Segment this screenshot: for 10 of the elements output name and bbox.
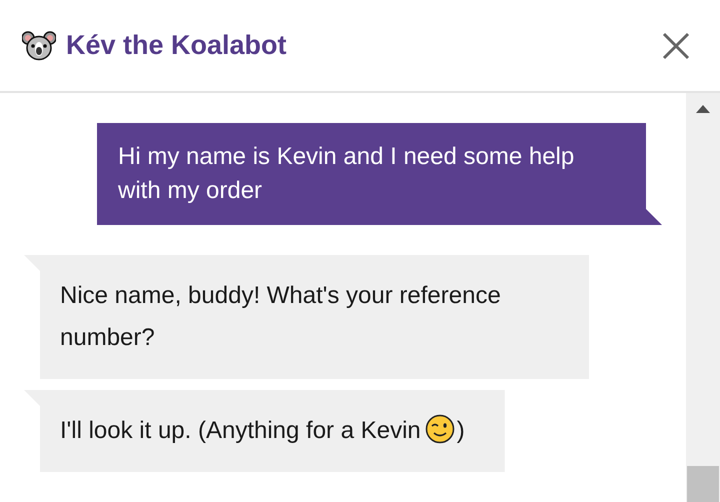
scroll-up-icon[interactable] xyxy=(696,105,710,113)
bot-message: Nice name, buddy! What's your reference number? xyxy=(24,255,589,379)
scroll-thumb[interactable] xyxy=(687,466,719,502)
bot-message: I'll look it up. (Anything for a Kevin ) xyxy=(24,390,505,472)
koala-icon xyxy=(22,30,56,60)
scrollbar[interactable] xyxy=(686,93,720,502)
winking-face-icon xyxy=(424,414,455,444)
user-message: Hi my name is Kevin and I need some help with my order xyxy=(97,123,662,225)
close-icon[interactable] xyxy=(662,32,690,60)
chat-title: Kév the Koalabot xyxy=(66,30,288,61)
